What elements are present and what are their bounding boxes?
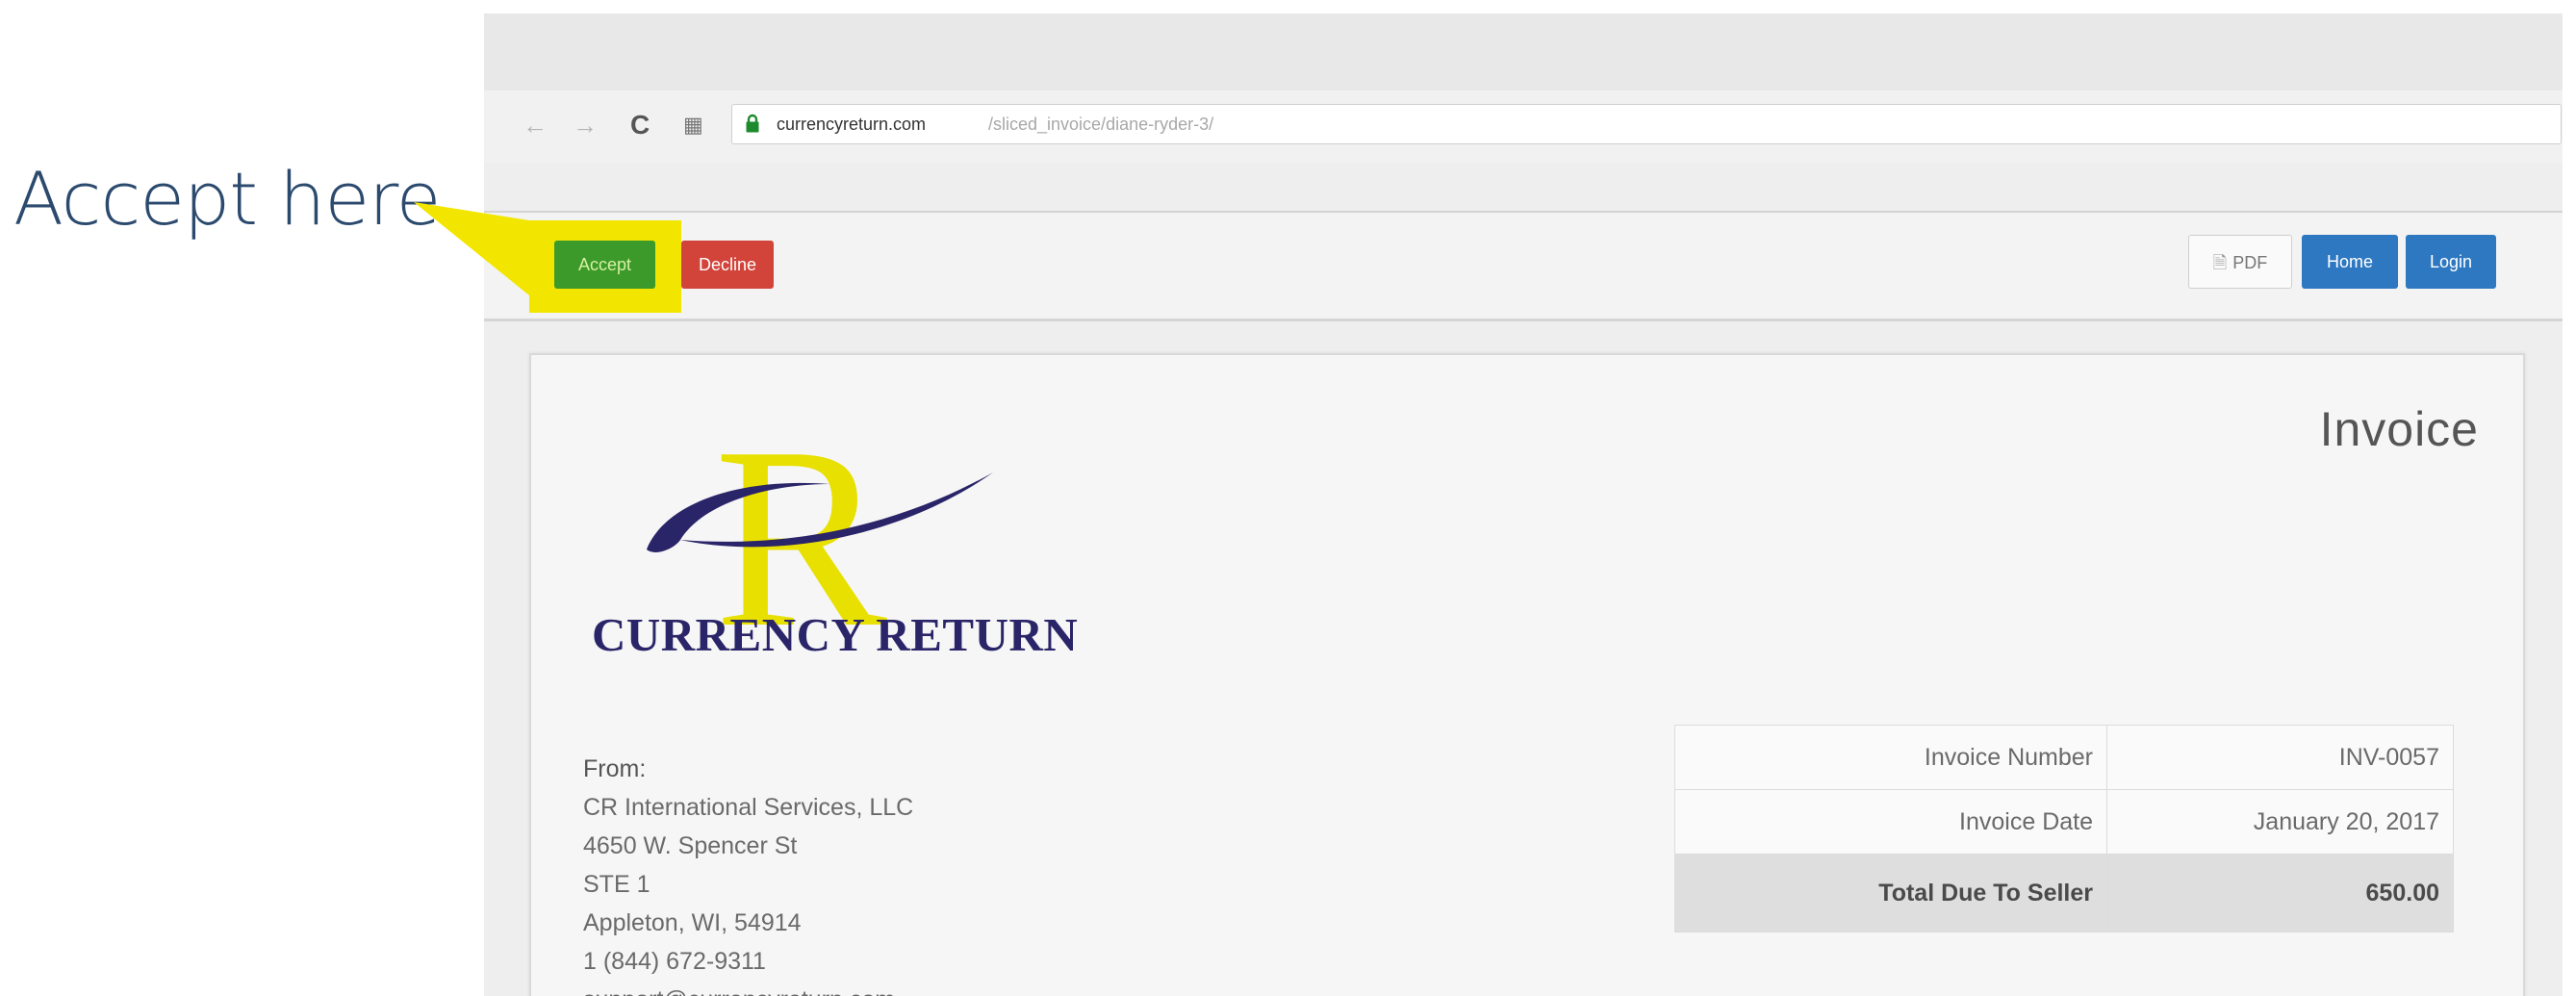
summary-value: 650.00 (2106, 854, 2454, 932)
back-arrow-icon[interactable]: ← (523, 108, 548, 142)
decline-button[interactable]: Decline (681, 241, 774, 289)
pdf-button-label: PDF (2232, 253, 2268, 272)
page-content: Accept Decline 🗎 PDF Home Login Invoice R… (484, 213, 2563, 996)
invoice-summary-table: Invoice Number INV-0057 Invoice Date Jan… (1674, 725, 2454, 932)
summary-value: January 20, 2017 (2106, 789, 2454, 855)
table-row-total: Total Due To Seller 650.00 (1674, 854, 2454, 932)
from-line: 1 (844) 672-9311 (583, 948, 766, 975)
from-line: Appleton, WI, 54914 (583, 909, 802, 936)
from-line: support@currencyreturn.com (583, 981, 913, 996)
action-bar: Accept Decline 🗎 PDF Home Login (484, 213, 2563, 321)
pdf-button[interactable]: 🗎 PDF (2188, 235, 2292, 289)
logo-wordmark: CURRENCY RETURN (592, 608, 1079, 661)
browser-window: ← → C ▦ currencyreturn.com /sliced_invoi… (484, 13, 2563, 996)
url-path: /sliced_invoice/diane-ryder-3/ (988, 115, 1214, 134)
from-address: From: CR International Services, LLC 465… (583, 750, 913, 996)
bookmarks-bar (484, 163, 2563, 213)
browser-toolbar: ← → C ▦ currencyreturn.com /sliced_invoi… (484, 90, 2563, 164)
from-line: STE 1 (583, 871, 650, 898)
forward-arrow-icon[interactable]: → (573, 108, 598, 142)
summary-label: Invoice Number (1674, 725, 2107, 790)
reload-icon[interactable]: C (630, 108, 650, 142)
invoice-title: Invoice (2319, 402, 2479, 456)
summary-value: INV-0057 (2106, 725, 2454, 790)
callout-label: Accept here (13, 156, 441, 242)
from-label: From: (583, 755, 647, 782)
url-host: currencyreturn.com (777, 115, 927, 134)
summary-label: Invoice Date (1674, 789, 2107, 855)
accept-button[interactable]: Accept (554, 241, 655, 289)
from-line: 4650 W. Spencer St (583, 832, 798, 859)
invoice-card: Invoice R CURRENCY RETURN From: CR Inter… (529, 353, 2525, 996)
lock-icon (746, 114, 759, 133)
table-row: Invoice Number INV-0057 (1674, 725, 2454, 790)
summary-label: Total Due To Seller (1674, 854, 2107, 932)
screenshot-stage: Accept here ← → C ▦ currencyreturn.com /… (0, 0, 2576, 996)
home-button[interactable]: Home (2302, 235, 2398, 289)
browser-tab-strip (484, 13, 2563, 90)
document-icon: 🗎 (2212, 253, 2228, 272)
from-line: CR International Services, LLC (583, 794, 914, 821)
table-row: Invoice Date January 20, 2017 (1674, 789, 2454, 855)
login-button[interactable]: Login (2406, 235, 2496, 289)
address-bar[interactable]: currencyreturn.com /sliced_invoice/diane… (731, 104, 2562, 144)
apps-grid-icon[interactable]: ▦ (683, 108, 703, 142)
